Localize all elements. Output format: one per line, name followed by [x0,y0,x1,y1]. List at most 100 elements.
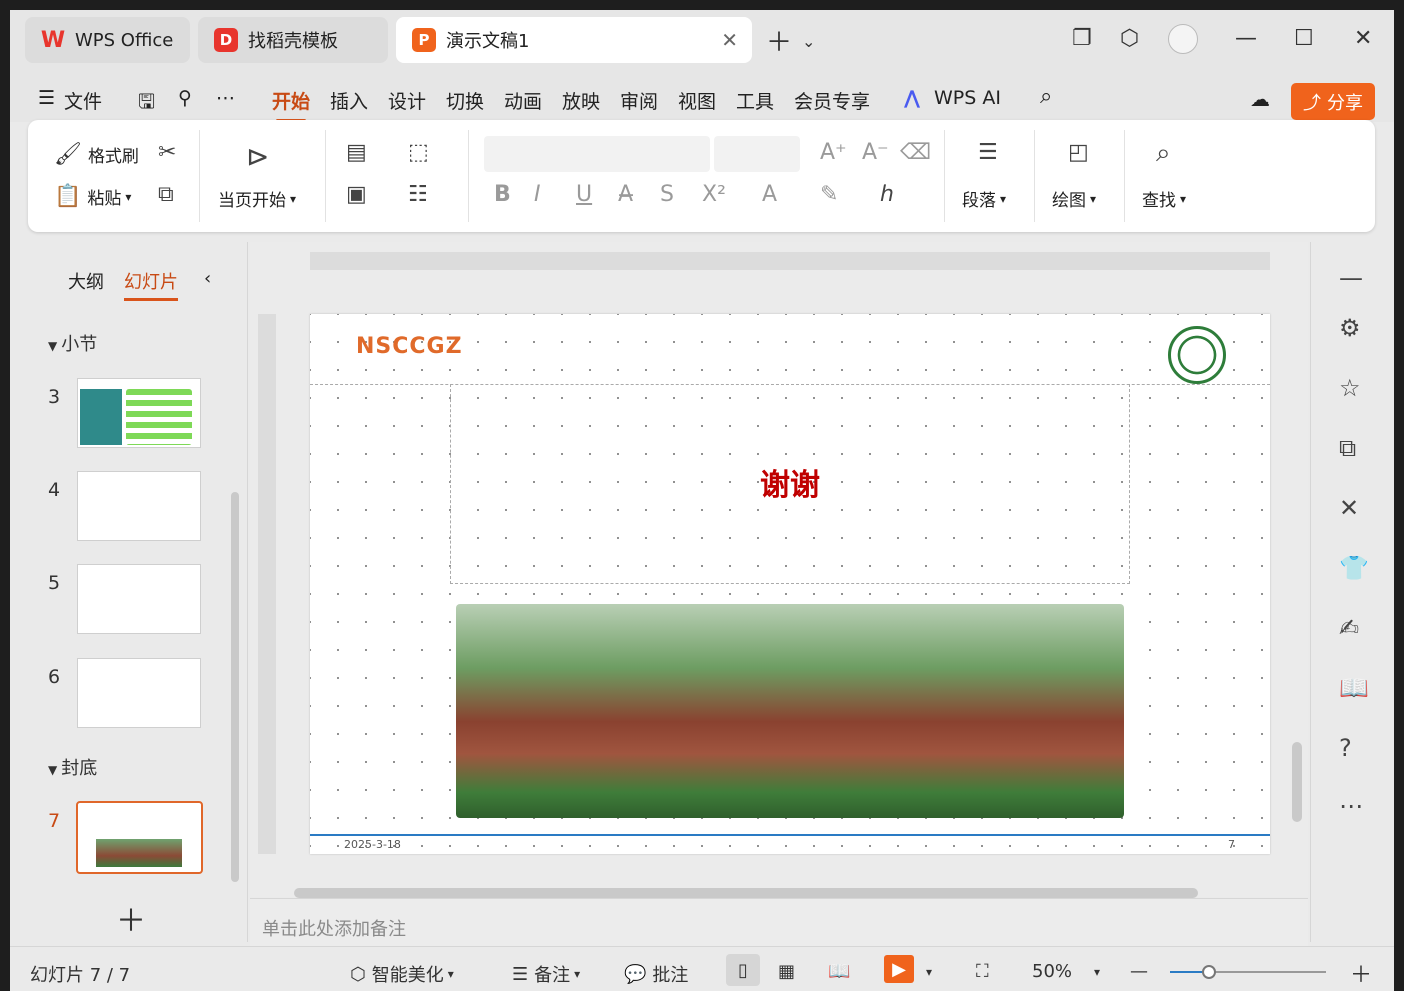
reading-view-icon[interactable]: 📖 [828,961,850,982]
window-layout-icon[interactable]: ❐ [1072,26,1092,51]
eraser-icon[interactable]: ⌫ [900,140,931,165]
paste-button[interactable]: 📋 粘贴 ▾ [54,184,131,209]
increase-font-icon[interactable]: A⁺ [820,140,847,165]
cloud-upload-icon[interactable]: ☁ [1250,87,1270,111]
menu-file[interactable]: 文件 [64,87,102,114]
menu-transition[interactable]: 切换 [446,87,484,114]
menu-wps-ai[interactable]: WPS AI [934,87,1001,109]
shadow-icon[interactable]: S [660,182,674,207]
chevron-down-icon[interactable]: ▾ [926,965,932,979]
find-button[interactable]: 查找 ▾ [1142,186,1186,211]
underline-icon[interactable]: U [576,182,592,207]
format-painter-button[interactable]: 🖌 格式刷 [54,142,139,167]
drawing-button[interactable]: 绘图 ▾ [1052,186,1096,211]
share-button[interactable]: ⤴ 分享 [1291,83,1375,120]
chevron-down-icon[interactable]: ⌄ [802,32,815,51]
menu-view[interactable]: 视图 [678,87,716,114]
find-icon[interactable]: ⌕ [1156,138,1171,169]
close-tab-icon[interactable]: ✕ [721,28,738,52]
scrollbar[interactable] [231,492,239,882]
slide-thumbnail-selected[interactable] [76,801,203,874]
superscript-icon[interactable]: X² [702,182,726,207]
tab-docer-templates[interactable]: D 找稻壳模板 [198,17,388,63]
tools-icon[interactable]: ✕ [1339,494,1359,522]
section-header[interactable]: ▼ 封底 [48,754,97,780]
brush-icon[interactable]: ✍ [1339,614,1359,642]
horizontal-ruler[interactable] [310,252,1270,270]
grid-view-icon[interactable]: ▦ [778,961,795,982]
menu-home[interactable]: 开始 [272,87,310,122]
phonetic-icon[interactable]: ℎ [880,182,894,207]
menu-review[interactable]: 审阅 [620,87,658,114]
paragraph-icon[interactable]: ☰ [978,140,998,165]
star-icon[interactable]: ☆ [1339,374,1361,402]
notes-button[interactable]: ☰ 备注 ▾ [512,961,580,987]
comment-button[interactable]: 💬 批注 [624,961,688,987]
fit-window-icon[interactable]: ⛶ [976,961,989,982]
campus-photo[interactable] [456,604,1124,818]
menu-slideshow[interactable]: 放映 [562,87,600,114]
more-icon[interactable]: ⋯ [216,87,235,109]
play-icon[interactable]: ⊳ [246,140,269,173]
highlight-icon[interactable]: ✎ [820,182,838,207]
tab-presentation1[interactable]: P 演示文稿1 ✕ [396,17,752,63]
normal-view-icon[interactable]: ▯ [726,954,760,986]
section-icon[interactable]: ☷ [408,182,428,207]
maximize-icon[interactable]: ☐ [1294,26,1314,51]
strikethrough-icon[interactable]: A̶ [618,182,633,207]
play-slideshow-icon[interactable]: ▶ [884,955,914,983]
reuse-slide-icon[interactable]: ⬚ [408,140,429,165]
collapse-icon[interactable]: — [1339,264,1363,292]
help-icon[interactable]: ? [1339,734,1352,762]
font-color-icon[interactable]: A [762,182,777,207]
search-icon[interactable]: ⌕ [1040,84,1052,109]
menu-insert[interactable]: 插入 [330,87,368,114]
save-icon[interactable]: 🖫 [138,87,155,121]
cube-icon[interactable]: ⬡ [1120,26,1139,51]
zoom-slider-thumb[interactable] [1202,965,1216,979]
hamburger-icon[interactable]: ☰ [38,87,55,109]
play-from-current-button[interactable]: 当页开始 ▾ [218,186,296,211]
decrease-font-icon[interactable]: A⁻ [862,140,889,165]
book-icon[interactable]: 📖 [1339,674,1369,702]
zoom-out-icon[interactable]: — [1130,961,1148,982]
minimize-icon[interactable]: — [1235,26,1257,51]
section-header[interactable]: ▼ 小节 [48,330,97,356]
close-window-icon[interactable]: ✕ [1354,26,1372,51]
font-size-select[interactable] [714,136,800,172]
shapes-icon[interactable]: ◰ [1068,140,1089,165]
add-slide-plus-icon[interactable]: ＋ [116,896,146,940]
horizontal-scrollbar[interactable] [294,888,1198,898]
vertical-scrollbar[interactable] [1292,742,1302,822]
new-tab-plus-icon[interactable]: ＋ [766,22,792,59]
tab-wps-office[interactable]: W WPS Office [25,17,190,63]
vertical-ruler[interactable] [258,314,276,854]
menu-member[interactable]: 会员专享 [794,87,870,114]
new-slide-icon[interactable]: ▤ [346,140,367,165]
shirt-icon[interactable]: 👕 [1339,554,1369,582]
slide-thumbnail[interactable] [77,471,201,541]
italic-icon[interactable]: I [534,182,541,207]
menu-animation[interactable]: 动画 [504,87,542,114]
menu-design[interactable]: 设计 [388,87,426,114]
settings-sliders-icon[interactable]: ⚙ [1339,314,1361,342]
slide-canvas[interactable]: NSCCGZ 谢谢 2025-3-18 7 [310,314,1270,854]
slide-thumbnail[interactable] [77,564,201,634]
beautify-button[interactable]: ⬡ 智能美化 ▾ [350,961,454,987]
avatar[interactable] [1168,24,1198,54]
layout-icon[interactable]: ▣ [346,182,367,207]
tab-slides[interactable]: 幻灯片 [124,268,178,301]
zoom-slider[interactable] [1170,965,1326,979]
collapse-panel-icon[interactable]: ‹ [204,268,211,289]
copy-icon[interactable]: ⧉ [158,182,174,207]
bold-icon[interactable]: B [494,182,511,207]
font-name-select[interactable] [484,136,710,172]
chevron-down-icon[interactable]: ▾ [1094,965,1100,979]
zoom-level[interactable]: 50% [1032,961,1072,982]
slide-thumbnail[interactable] [77,378,201,448]
more-icon[interactable]: ⋯ [1339,792,1363,820]
tab-outline[interactable]: 大纲 [68,268,104,294]
link-icon[interactable]: ⚲ [178,87,192,109]
slides-icon[interactable]: ⧉ [1339,434,1356,462]
cut-icon[interactable]: ✂ [158,140,176,165]
